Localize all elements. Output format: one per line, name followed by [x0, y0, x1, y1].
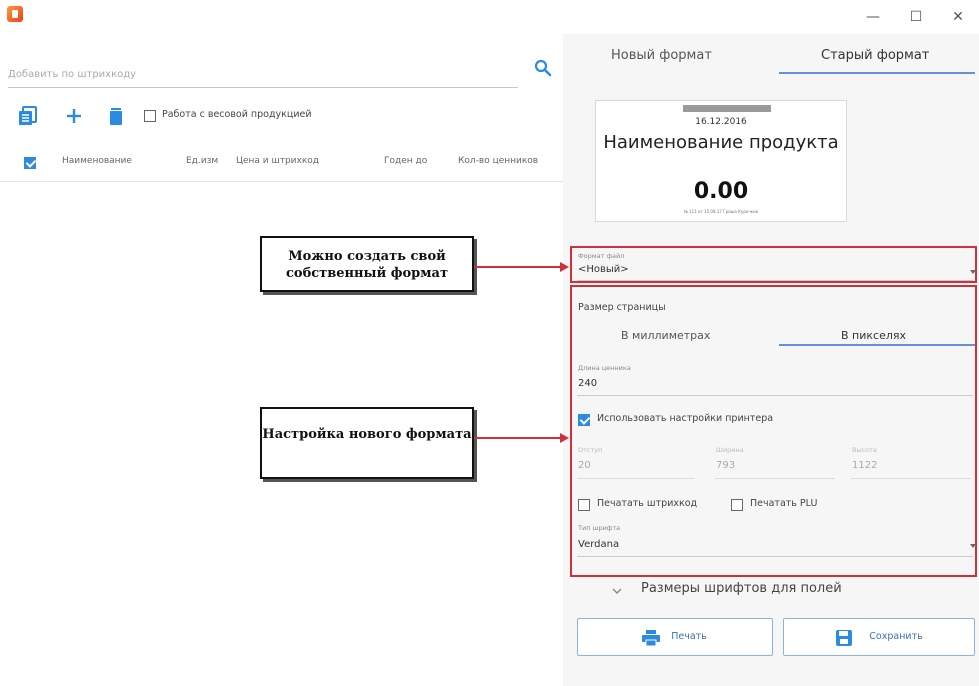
active-tab-indicator — [779, 72, 975, 74]
column-header-tag-count[interactable]: Кол-во ценников — [458, 156, 538, 166]
chevron-down-icon[interactable] — [970, 270, 976, 274]
preview-product-name: Наименование продукта — [603, 132, 839, 153]
column-header-unit[interactable]: Ед.изм — [186, 156, 218, 166]
trash-icon[interactable] — [106, 106, 126, 126]
width-underline — [715, 478, 835, 479]
maximize-button[interactable]: ☐ — [893, 4, 939, 30]
tab-pixels[interactable]: В пикселях — [841, 329, 906, 342]
format-settings-panel: Новый формат Старый формат 16.12.2016 На… — [563, 34, 979, 686]
toolbar: Работа с весовой продукцией — [18, 106, 558, 128]
column-header-name[interactable]: Наименование — [62, 156, 132, 166]
barcode-strip — [683, 105, 771, 112]
preview-date: 16.12.2016 — [695, 117, 747, 127]
active-unit-indicator — [779, 344, 975, 346]
table-header: Наименование Ед.изм Цена и штрихкод Годе… — [0, 142, 563, 182]
use-printer-settings-label: Использовать настройки принтера — [597, 413, 774, 424]
column-header-expiry[interactable]: Годен до — [384, 156, 427, 166]
column-header-price-barcode[interactable]: Цена и штрихкод — [236, 156, 319, 166]
minimize-button[interactable]: — — [850, 4, 896, 30]
preview-price: 0.00 — [693, 179, 749, 204]
tab-millimeters[interactable]: В миллиметрах — [621, 329, 710, 342]
tag-length-label: Длина ценника — [578, 364, 631, 372]
offset-underline — [577, 478, 695, 479]
chevron-down-icon[interactable] — [970, 544, 976, 548]
tab-old-format[interactable]: Старый формат — [821, 48, 929, 63]
print-button-label: Печать — [671, 631, 707, 642]
callout-create-format-text: Можно создать свой собственный формат — [285, 249, 449, 281]
print-plu-checkbox[interactable] — [731, 499, 743, 511]
format-file-underline — [577, 280, 973, 281]
search-bar — [8, 62, 518, 88]
height-input[interactable]: 1122 — [852, 460, 877, 471]
font-type-underline — [577, 556, 973, 557]
barcode-search-input[interactable] — [8, 62, 518, 87]
page-size-label: Размер страницы — [578, 302, 666, 313]
annotation-arrow-1-line — [474, 266, 562, 268]
annotation-arrow-2-line — [474, 437, 562, 439]
search-icon[interactable] — [533, 58, 553, 78]
offset-label: Отступ — [578, 446, 603, 454]
preview-fine-print: № 111 от 15.08.17 Гриша Курочкин — [683, 209, 759, 214]
format-file-select[interactable]: <Новый> — [578, 264, 629, 275]
offset-input[interactable]: 20 — [578, 460, 591, 471]
documents-icon[interactable] — [18, 106, 38, 126]
save-button[interactable]: Сохранить — [783, 618, 975, 656]
print-plu-label: Печатать PLU — [750, 498, 818, 509]
close-button[interactable]: ✕ — [935, 4, 979, 30]
width-input[interactable]: 793 — [716, 460, 735, 471]
tab-new-format[interactable]: Новый формат — [611, 48, 712, 63]
callout-new-format-settings: Настройка нового формата — [260, 407, 474, 479]
format-file-label: Формат файл — [578, 252, 625, 260]
add-icon[interactable] — [64, 106, 84, 126]
font-type-label: Тип шрифта — [578, 524, 621, 532]
print-button[interactable]: Печать — [577, 618, 773, 656]
height-underline — [851, 478, 971, 479]
annotation-arrow-2-head — [560, 433, 569, 443]
weighted-products-label: Работа с весовой продукцией — [162, 109, 312, 120]
print-barcode-label: Печатать штрихкод — [597, 498, 698, 509]
products-panel: Работа с весовой продукцией Наименование… — [0, 34, 563, 686]
chevron-down-icon — [612, 588, 622, 594]
callout-new-format-settings-text: Настройка нового формата — [262, 427, 472, 442]
height-label: Высота — [852, 446, 877, 454]
callout-create-format: Можно создать свой собственный формат — [260, 236, 474, 292]
title-bar: — ☐ ✕ — [0, 0, 979, 34]
annotation-arrow-1-head — [560, 262, 569, 272]
print-barcode-checkbox[interactable] — [578, 499, 590, 511]
tag-length-underline — [577, 395, 973, 396]
width-label: Ширина — [716, 446, 744, 454]
font-type-select[interactable]: Verdana — [578, 539, 619, 550]
select-all-checkbox[interactable] — [24, 157, 36, 169]
font-sizes-label: Размеры шрифтов для полей — [641, 581, 842, 596]
price-tag-preview: 16.12.2016 Наименование продукта 0.00 № … — [595, 100, 847, 222]
tag-length-input[interactable]: 240 — [578, 378, 597, 389]
weighted-products-checkbox[interactable] — [144, 110, 156, 122]
save-button-label: Сохранить — [869, 631, 923, 642]
app-icon — [7, 6, 23, 22]
use-printer-settings-checkbox[interactable] — [578, 414, 590, 426]
